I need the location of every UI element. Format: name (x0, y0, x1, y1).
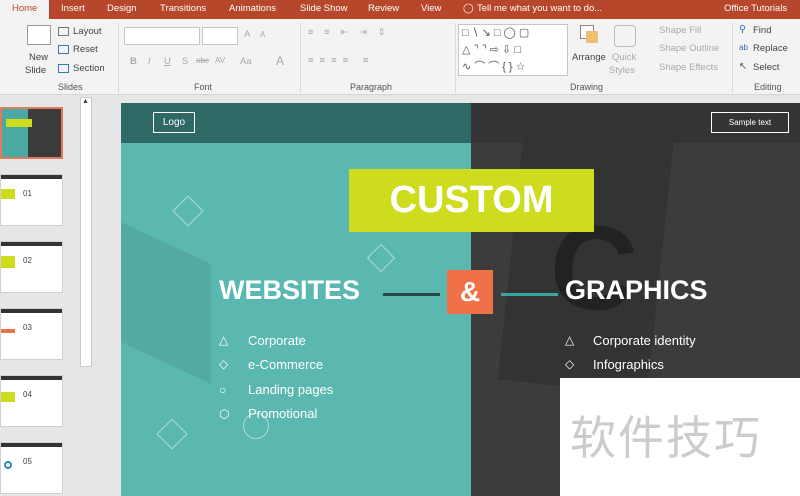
arrange-icon-fill (586, 31, 598, 43)
tell-me-search[interactable]: Tell me what you want to do... (477, 3, 602, 14)
new-slide-icon (27, 25, 51, 45)
shadow-button[interactable]: S (182, 56, 188, 67)
tab-transitions[interactable]: Transitions (160, 3, 206, 14)
slide-number: 03 (23, 323, 32, 332)
ribbon-tab-bar: Home Insert Design Transitions Animation… (0, 0, 800, 19)
list-item: Corporate (248, 333, 306, 348)
italic-button[interactable]: I (148, 56, 151, 67)
font-group-label: Font (194, 82, 213, 92)
logo-placeholder[interactable]: Logo (153, 112, 195, 133)
slide-number: 04 (23, 390, 32, 399)
shape-fill-button[interactable]: Shape Fill (659, 25, 701, 36)
scroll-up-icon[interactable]: ▲ (82, 98, 89, 105)
section-button[interactable]: Section (73, 63, 105, 74)
divider (455, 23, 456, 93)
list-item: e-Commerce (248, 357, 324, 372)
account-name[interactable]: Office Tutorials (724, 3, 787, 14)
thumbnail-title (6, 119, 32, 127)
paragraph-group-label: Paragraph (350, 82, 393, 92)
ribbon: New Slide Layout Reset Section Slides A … (0, 19, 800, 95)
font-name-combo[interactable] (124, 27, 200, 45)
font-color-button[interactable]: A (276, 54, 284, 68)
bold-button[interactable]: B (130, 56, 137, 67)
custom-title[interactable]: CUSTOM (349, 169, 594, 232)
slides-group-label: Slides (58, 82, 83, 92)
char-spacing-button[interactable]: AV (215, 56, 225, 65)
drawing-group-label: Drawing (570, 82, 604, 92)
triangle-bullet-icon: △ (219, 333, 229, 347)
slide-thumbnail-6[interactable]: 05 (0, 442, 63, 494)
triangle-bullet-icon: △ (565, 333, 575, 347)
tab-slide-show[interactable]: Slide Show (300, 3, 348, 14)
slide-number: 05 (23, 457, 32, 466)
divider-line-right (501, 293, 558, 296)
new-slide-button[interactable]: New (29, 52, 48, 63)
tab-insert[interactable]: Insert (61, 3, 85, 14)
thumbnail-image (2, 109, 28, 157)
list-item: Infographics (593, 357, 664, 372)
watermark-box: 软件技巧 (560, 378, 800, 496)
bullets-numbering-buttons[interactable]: ≡ ≡ ⇤ ⇥ ⇕ (308, 27, 390, 38)
find-button[interactable]: Find (753, 25, 771, 36)
list-item: Corporate identity (593, 333, 696, 348)
diamond-bullet-icon: ◇ (219, 357, 229, 371)
quick-styles-label: Styles (609, 65, 635, 76)
creative-book-image: C (497, 120, 675, 396)
graphics-heading[interactable]: GRAPHICS (565, 275, 708, 306)
quick-styles-button[interactable]: Quick (612, 52, 636, 63)
sample-text-box[interactable]: Sample text (711, 112, 789, 133)
strikethrough-button[interactable]: abc (196, 56, 209, 65)
slide-thumbnails-pane: 01 02 03 04 05 (0, 95, 78, 496)
lightbulb-icon: ◯ (463, 3, 474, 14)
tab-home[interactable]: Home (0, 0, 50, 19)
font-size-combo[interactable] (202, 27, 238, 45)
grow-font-button[interactable]: A (244, 29, 250, 40)
select-button[interactable]: Select (753, 62, 779, 73)
new-slide-dropdown[interactable]: Slide (25, 65, 46, 76)
ampersand-box[interactable]: & (447, 270, 493, 314)
slide-thumbnail-1[interactable] (0, 107, 63, 159)
replace-icon: ab (739, 43, 748, 52)
divider (300, 23, 301, 93)
circle-bullet-icon: ○ (219, 383, 227, 397)
shapes-gallery[interactable]: □∖↘□◯▢ △⌝⌝⇨⇩□ ∿⌒⌒{}☆ (458, 24, 568, 76)
replace-button[interactable]: Replace (753, 43, 788, 54)
thumbnails-scrollbar[interactable]: ▲ (80, 97, 92, 367)
find-icon: ⚲ (739, 24, 746, 35)
arrange-button[interactable]: Arrange (572, 52, 606, 63)
editing-group-label: Editing (754, 82, 782, 92)
list-item: Landing pages (248, 382, 334, 397)
slide-thumbnail-2[interactable]: 01 (0, 174, 63, 226)
divider (118, 23, 119, 93)
underline-button[interactable]: U (164, 56, 171, 67)
slide-thumbnail-3[interactable]: 02 (0, 241, 63, 293)
websites-heading[interactable]: WEBSITES (219, 275, 360, 306)
quick-styles-icon (614, 25, 636, 47)
tab-view[interactable]: View (421, 3, 441, 14)
slide-number: 01 (23, 189, 32, 198)
watermark-text: 软件技巧 (570, 412, 762, 464)
shrink-font-button[interactable]: A (260, 30, 265, 39)
section-icon (58, 64, 69, 73)
alignment-buttons[interactable]: ≡≡≡≡ ≡ (308, 55, 374, 66)
reset-button[interactable]: Reset (73, 44, 98, 55)
tab-design[interactable]: Design (107, 3, 137, 14)
select-icon: ↖ (739, 61, 747, 72)
tab-review[interactable]: Review (368, 3, 399, 14)
hexagon-bullet-icon: ⬡ (219, 407, 230, 421)
slide-thumbnail-5[interactable]: 04 (0, 375, 63, 427)
slide-number: 02 (23, 256, 32, 265)
tab-animations[interactable]: Animations (229, 3, 276, 14)
divider-line-left (383, 293, 440, 296)
layout-icon (58, 27, 69, 36)
slide-thumbnail-4[interactable]: 03 (0, 308, 63, 360)
shape-outline-button[interactable]: Shape Outline (659, 43, 719, 54)
change-case-button[interactable]: Aa (240, 56, 252, 67)
shape-effects-button[interactable]: Shape Effects (659, 62, 718, 73)
diamond-bullet-icon: ◇ (565, 357, 575, 371)
divider (732, 23, 733, 93)
decorative-circle (243, 413, 269, 439)
reset-icon (58, 45, 69, 54)
layout-button[interactable]: Layout (73, 26, 102, 37)
